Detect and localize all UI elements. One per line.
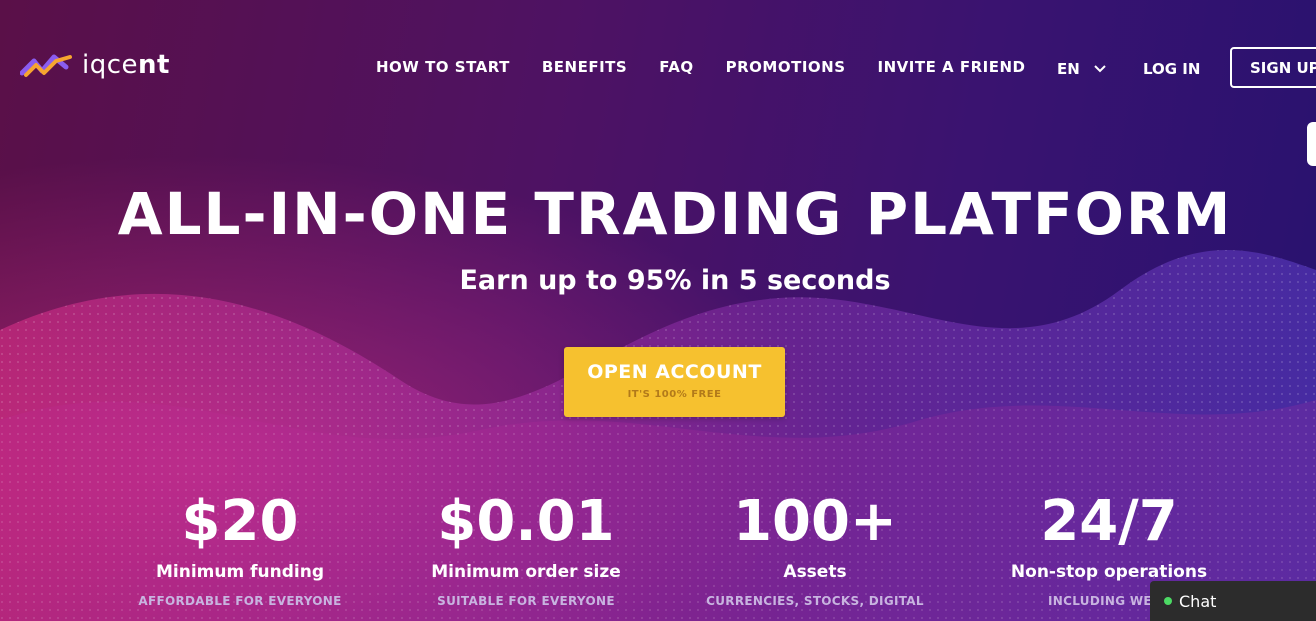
- open-account-label: OPEN ACCOUNT: [587, 361, 762, 383]
- nav-item-faq[interactable]: FAQ: [659, 58, 693, 76]
- language-label: EN: [1057, 60, 1080, 78]
- stat-label: Minimum order size: [431, 562, 621, 582]
- stat-value: 24/7: [1040, 489, 1178, 554]
- chevron-down-icon: [1094, 65, 1106, 73]
- login-link[interactable]: LOG IN: [1143, 60, 1200, 78]
- brand-wave-icon: [20, 54, 72, 77]
- brand-logo[interactable]: iqcent: [20, 50, 170, 80]
- signup-label: SIGN UP: [1250, 58, 1316, 77]
- chat-label: Chat: [1179, 591, 1217, 611]
- site-header: iqcent HOW TO START BENEFITS FAQ PROMOTI…: [0, 0, 1316, 135]
- stat-note: CURRENCIES, STOCKS, DIGITAL: [706, 594, 924, 608]
- stat-label: Minimum funding: [156, 562, 324, 582]
- brand-name-light: iqce: [82, 50, 139, 80]
- nav-item-invite-a-friend[interactable]: INVITE A FRIEND: [878, 58, 1026, 76]
- stat-note: AFFORDABLE FOR EVERYONE: [138, 594, 342, 608]
- stat-note: SUITABLE FOR EVERYONE: [437, 594, 615, 608]
- brand-name-bold: nt: [138, 50, 170, 80]
- stat-assets: 100+ Assets CURRENCIES, STOCKS, DIGITAL: [665, 489, 965, 609]
- nav-item-how-to-start[interactable]: HOW TO START: [376, 58, 510, 76]
- open-account-button[interactable]: OPEN ACCOUNT IT'S 100% FREE: [564, 347, 785, 417]
- signup-button[interactable]: SIGN UP: [1230, 47, 1316, 88]
- open-account-note: IT'S 100% FREE: [627, 389, 722, 400]
- main-nav: HOW TO START BENEFITS FAQ PROMOTIONS INV…: [376, 58, 1058, 76]
- stat-label: Assets: [783, 562, 847, 582]
- side-tab-handle[interactable]: [1307, 122, 1316, 166]
- brand-name: iqcent: [82, 50, 170, 80]
- stat-minimum-order-size: $0.01 Minimum order size SUITABLE FOR EV…: [376, 489, 676, 609]
- nav-item-benefits[interactable]: BENEFITS: [542, 58, 627, 76]
- chat-widget-button[interactable]: Chat: [1150, 581, 1316, 621]
- language-selector[interactable]: EN: [1057, 60, 1106, 78]
- online-status-icon: [1164, 597, 1172, 605]
- nav-item-promotions[interactable]: PROMOTIONS: [726, 58, 846, 76]
- stat-value: 100+: [733, 489, 897, 554]
- stat-value: $0.01: [437, 489, 615, 554]
- stat-value: $20: [181, 489, 299, 554]
- stats-row: $20 Minimum funding AFFORDABLE FOR EVERY…: [0, 490, 1316, 621]
- stat-minimum-funding: $20 Minimum funding AFFORDABLE FOR EVERY…: [90, 489, 390, 609]
- hero-title: ALL-IN-ONE TRADING PLATFORM: [117, 180, 1233, 248]
- stat-label: Non-stop operations: [1010, 562, 1208, 582]
- hero-subtitle: Earn up to 95% in 5 seconds: [459, 265, 891, 296]
